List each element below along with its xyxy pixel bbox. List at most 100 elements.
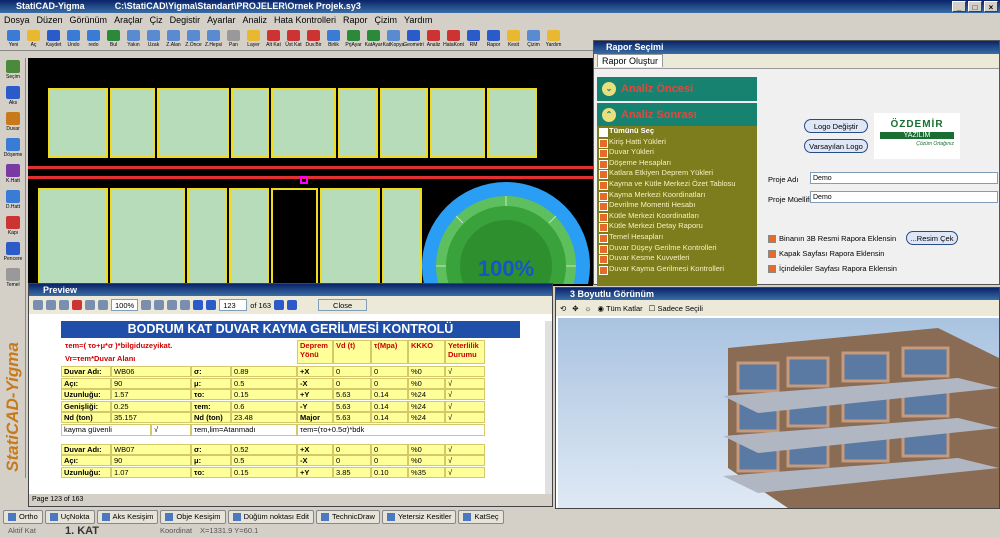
toolbar-ust-kat-button[interactable]: Üst Kat <box>284 29 303 48</box>
status-ucnokta[interactable]: UçNokta <box>44 510 95 524</box>
toolbar-cizim-button[interactable]: Çizim <box>524 29 543 48</box>
toolbar-rm-button[interactable]: RM <box>464 29 483 48</box>
report-item[interactable]: Duvar Kayma Gerilmesi Kontrolleri <box>597 264 757 275</box>
report-item[interactable]: Devrilme Momenti Hesabı <box>597 200 757 211</box>
light-icon[interactable]: ☼ <box>585 304 592 313</box>
export-icon[interactable] <box>85 300 95 310</box>
menu-analiz[interactable]: Analiz <box>242 13 267 27</box>
option-cover-page[interactable]: Kapak Sayfası Rapora Eklensin <box>768 249 884 258</box>
pdf-icon[interactable] <box>72 300 82 310</box>
zoom-out-icon[interactable] <box>154 300 165 310</box>
close-button[interactable]: Close <box>318 299 368 311</box>
status-aks-kesisim[interactable]: Aks Kesişim <box>96 510 159 524</box>
toolbar-hatakont-button[interactable]: HataKont <box>443 29 464 48</box>
tool-aks[interactable]: Aks <box>2 86 24 110</box>
preview-scrollbar[interactable] <box>545 321 552 495</box>
report-item[interactable]: Katlara Etkiyen Deprem Yükleri <box>597 168 757 179</box>
last-page-icon[interactable] <box>287 300 298 310</box>
view3d-scene[interactable] <box>558 318 999 508</box>
report-item[interactable]: Temel Hesapları <box>597 232 757 243</box>
status-yetersiz-kesitler[interactable]: Yetersiz Kesitler <box>381 510 457 524</box>
rotate-icon[interactable]: ⟲ <box>560 304 566 313</box>
toolbar-yard-m-button[interactable]: Yardım <box>544 29 563 48</box>
report-item[interactable]: Kayma Merkezi Koordinatları <box>597 190 757 201</box>
close-icon[interactable]: × <box>984 1 998 12</box>
page-view-icon[interactable] <box>167 300 178 310</box>
open-icon[interactable] <box>33 300 43 310</box>
toolbar-redo-button[interactable]: redo <box>84 29 103 48</box>
tool-temel[interactable]: Temel <box>2 268 24 292</box>
toolbar-yeni-button[interactable]: Yeni <box>4 29 23 48</box>
menu-gorunum[interactable]: Görünüm <box>70 13 108 27</box>
report-item[interactable]: Kütle Merkezi Detay Raporu <box>597 221 757 232</box>
first-page-icon[interactable] <box>193 300 204 310</box>
default-logo-button[interactable]: Varsayılan Logo <box>804 139 868 153</box>
tool-k-hatt[interactable]: K.Hatt <box>2 164 24 188</box>
report-item[interactable]: Duvar Düşey Gerilme Kontrolleri <box>597 243 757 254</box>
report-item[interactable]: Tümünü Seç <box>597 126 757 137</box>
report-item[interactable]: Duvar Kesme Kuvvetleri <box>597 253 757 264</box>
report-item[interactable]: Kütle Merkezi Koordinatları <box>597 211 757 222</box>
page-input[interactable]: 123 <box>219 299 248 311</box>
menu-hata-kontrolleri[interactable]: Hata Kontrolleri <box>274 13 336 27</box>
section-analiz-oncesi[interactable]: ⌄ Analiz Öncesi <box>597 77 757 101</box>
two-page-icon[interactable] <box>180 300 191 310</box>
toolbar-analiz-button[interactable]: Analiz <box>424 29 443 48</box>
report-item[interactable]: Kiriş Hatti Yükleri <box>597 137 757 148</box>
toolbar-z-once-button[interactable]: Z.Önce <box>184 29 203 48</box>
status-technicdraw[interactable]: TechnicDraw <box>316 510 380 524</box>
toolbar-undo-button[interactable]: Undo <box>64 29 83 48</box>
selected-only-checkbox[interactable]: ☐ Sadece Seçili <box>649 304 703 313</box>
status-katsec[interactable]: KatSeç <box>458 510 504 524</box>
toolbar-bul-button[interactable]: Bul <box>104 29 123 48</box>
all-floors-radio[interactable]: ◉ Tüm Katlar <box>597 304 642 313</box>
tool-kap[interactable]: Kapı <box>2 216 24 240</box>
toolbar-uzak-button[interactable]: Uzak <box>144 29 163 48</box>
menu-dosya[interactable]: Dosya <box>4 13 30 27</box>
toolbar-katayar-button[interactable]: KatAyar <box>364 29 383 48</box>
toolbar-z-alan-button[interactable]: Z.Alan <box>164 29 183 48</box>
status-obje-kesisim[interactable]: Obje Kesişim <box>160 510 226 524</box>
capture-image-button[interactable]: ...Resim Çek <box>906 231 958 245</box>
menu-cizim[interactable]: Çizim <box>375 13 398 27</box>
toolbar-geometri-button[interactable]: Geometri <box>403 29 424 48</box>
tool-secim[interactable]: Seçim <box>2 60 24 84</box>
zoom-in-icon[interactable] <box>141 300 152 310</box>
menu-rapor[interactable]: Rapor <box>343 13 368 27</box>
tool-d-hatt[interactable]: D.Hatt <box>2 190 24 214</box>
toolbar-ac-button[interactable]: Aç <box>24 29 43 48</box>
toolbar-birlik-button[interactable]: Birlik <box>324 29 343 48</box>
toolbar-kaydet-button[interactable]: Kaydet <box>44 29 63 48</box>
report-item[interactable]: Kayma ve Kütle Merkezi Özet Tablosu <box>597 179 757 190</box>
option-3d-image[interactable]: Binanın 3B Resmi Rapora Eklensin <box>768 234 896 243</box>
toolbar-yak-n-button[interactable]: Yakın <box>124 29 143 48</box>
tool-duvar[interactable]: Duvar <box>2 112 24 136</box>
print-icon[interactable] <box>59 300 69 310</box>
toolbar-prjayar-button[interactable]: PrjAyar <box>344 29 363 48</box>
toolbar-layer-button[interactable]: Layer <box>244 29 263 48</box>
option-toc[interactable]: İçindekiler Sayfası Rapora Eklensin <box>768 264 897 273</box>
menu-ciz[interactable]: Çiz <box>150 13 163 27</box>
toolbar-pan-button[interactable]: Pan <box>224 29 243 48</box>
menu-yard-m[interactable]: Yardım <box>404 13 432 27</box>
zoom-icon[interactable] <box>98 300 108 310</box>
status-ortho[interactable]: Ortho <box>3 510 43 524</box>
toolbar-rapor-button[interactable]: Rapor <box>484 29 503 48</box>
prev-page-icon[interactable] <box>206 300 217 310</box>
status-dugum-noktas-edit[interactable]: Düğüm noktası Edit <box>227 510 315 524</box>
maximize-icon[interactable]: □ <box>968 1 982 12</box>
report-item[interactable]: Duvar Yükleri <box>597 147 757 158</box>
tab-rapor-olustur[interactable]: Rapor Oluştur <box>597 54 664 67</box>
menu-araclar[interactable]: Araçlar <box>114 13 143 27</box>
save-icon[interactable] <box>46 300 56 310</box>
menu-degistir[interactable]: Degistir <box>170 13 201 27</box>
toolbar-alt-kat-button[interactable]: Alt Kat <box>264 29 283 48</box>
project-author-field[interactable]: Demo <box>810 191 998 203</box>
menu-duzen[interactable]: Düzen <box>37 13 63 27</box>
zoom-select[interactable]: 100% <box>111 299 139 311</box>
next-page-icon[interactable] <box>274 300 285 310</box>
toolbar-z-hepsi-button[interactable]: Z.Hepsi <box>204 29 223 48</box>
minimize-icon[interactable]: _ <box>952 1 966 12</box>
report-item[interactable]: Döşeme Hesapları <box>597 158 757 169</box>
toolbar-kesit-button[interactable]: Kesit <box>504 29 523 48</box>
